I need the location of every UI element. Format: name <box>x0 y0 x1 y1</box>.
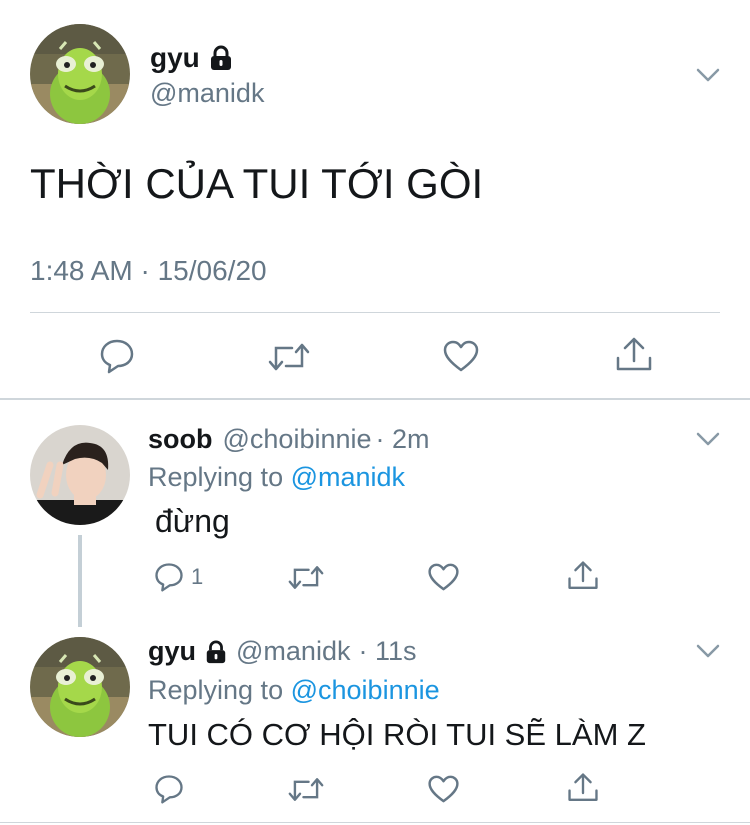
tweet-text: TUI CÓ CƠ HỘI RÒI TUI SẼ LÀM Z <box>148 717 646 752</box>
avatar-image <box>30 637 130 737</box>
chevron-down-icon[interactable] <box>695 430 721 448</box>
replying-to-link[interactable]: @manidk <box>291 462 405 492</box>
divider-main-inner <box>30 312 720 313</box>
share-button[interactable] <box>566 560 600 592</box>
tweet-text: đừng <box>155 503 230 539</box>
avatar-gyu-reply[interactable] <box>30 637 130 737</box>
avatar-soob[interactable] <box>30 425 130 525</box>
share-icon <box>616 337 652 371</box>
retweet-icon <box>288 566 324 589</box>
retweet-icon <box>288 778 324 801</box>
reply-button[interactable] <box>98 338 136 374</box>
retweet-button[interactable] <box>288 563 324 592</box>
time-ago[interactable]: · 2m <box>376 424 430 455</box>
reply-icon <box>155 775 183 804</box>
reply-count: 1 <box>191 564 204 589</box>
chevron-down-icon[interactable] <box>695 642 721 660</box>
handle[interactable]: @choibinnie <box>223 424 372 455</box>
avatar-image <box>30 24 130 124</box>
reply-button[interactable]: 1 <box>153 562 203 592</box>
share-button[interactable] <box>566 772 600 804</box>
reply-button[interactable] <box>153 774 185 804</box>
retweet-button[interactable] <box>268 340 310 374</box>
display-name[interactable]: soob <box>148 424 213 455</box>
lock-icon <box>204 640 228 664</box>
like-button[interactable] <box>427 774 460 804</box>
divider-bottom <box>0 822 750 823</box>
handle[interactable]: @manidk <box>236 636 350 667</box>
share-button[interactable] <box>614 336 654 374</box>
lock-icon <box>208 45 234 71</box>
display-name[interactable]: gyu <box>150 42 200 74</box>
retweet-icon <box>268 343 310 371</box>
like-button[interactable] <box>442 339 480 373</box>
chevron-down-icon[interactable] <box>695 66 721 84</box>
tweet-timestamp[interactable]: 1:48 AM · 15/06/20 <box>30 255 267 287</box>
replying-prefix: Replying to <box>148 675 284 705</box>
like-button[interactable] <box>427 562 460 592</box>
share-icon <box>568 773 598 801</box>
replying-prefix: Replying to <box>148 462 284 492</box>
reply-icon <box>100 339 134 374</box>
replying-to-link[interactable]: @choibinnie <box>291 675 440 705</box>
avatar-image <box>30 425 130 525</box>
share-icon <box>568 561 598 589</box>
handle[interactable]: @manidk <box>150 78 264 109</box>
like-icon <box>443 340 479 372</box>
retweet-button[interactable] <box>288 775 324 804</box>
reply-icon <box>155 563 183 592</box>
like-icon <box>428 563 459 591</box>
tweet-text: THỜI CỦA TUI TỚI GÒI <box>30 160 484 207</box>
time-ago[interactable]: · 11s <box>358 636 416 667</box>
divider-main <box>0 398 750 400</box>
thread-line <box>78 535 82 627</box>
display-name[interactable]: gyu <box>148 636 196 667</box>
avatar-gyu-main[interactable] <box>30 24 130 124</box>
like-icon <box>428 775 459 803</box>
